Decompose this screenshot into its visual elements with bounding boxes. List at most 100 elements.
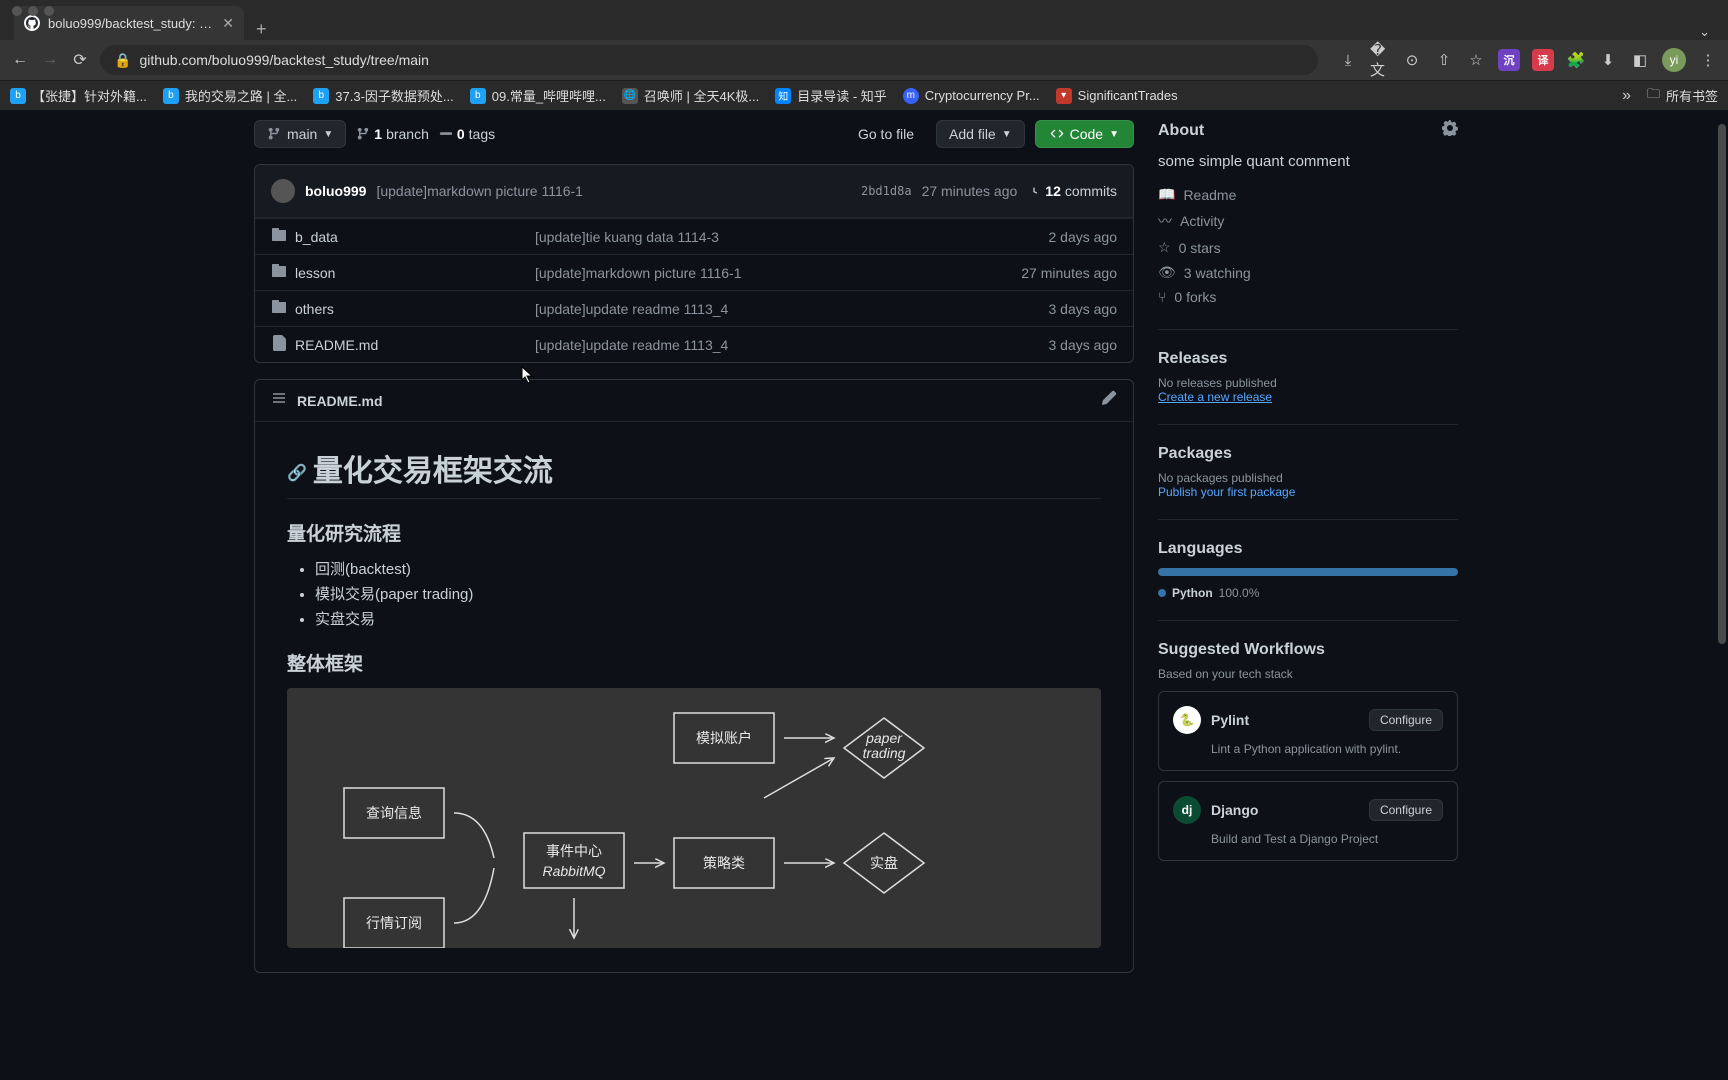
workflow-desc: Build and Test a Django Project [1211, 832, 1443, 846]
file-time: 3 days ago [1049, 337, 1118, 353]
workflow-card: dj Django Configure Build and Test a Dja… [1158, 781, 1458, 861]
sidepanel-icon[interactable]: ◧ [1630, 50, 1650, 70]
file-name[interactable]: lesson [295, 265, 535, 281]
publish-package-link[interactable]: Publish your first package [1158, 485, 1458, 499]
releases-empty: No releases published [1158, 376, 1458, 390]
book-icon: 📖 [1158, 186, 1175, 203]
file-row: lesson [update]markdown picture 1116-1 2… [255, 254, 1133, 290]
list-item: 模拟交易(paper trading) [315, 583, 1101, 604]
bookmark-item[interactable]: b我的交易之路 | 全... [163, 86, 297, 105]
bookmark-item[interactable]: ▾SignificantTrades [1056, 88, 1178, 104]
bookmark-item[interactable]: 🌐召唤师 | 全天4K极... [622, 86, 759, 105]
file-icon [271, 335, 295, 354]
readme-link[interactable]: 📖Readme [1158, 182, 1458, 207]
file-commit-msg[interactable]: [update]update readme 1113_4 [535, 337, 1049, 353]
configure-button[interactable]: Configure [1369, 799, 1443, 821]
install-icon[interactable]: ⤓ [1338, 50, 1358, 70]
list-item: 回测(backtest) [315, 558, 1101, 579]
file-time: 3 days ago [1049, 301, 1118, 317]
folder-icon [271, 263, 295, 282]
forks-link[interactable]: ⑂0 forks [1158, 285, 1458, 309]
eye-icon: 👁 [1158, 264, 1176, 281]
anchor-icon[interactable]: 🔗 [287, 465, 307, 482]
scrollbar-track[interactable] [1714, 110, 1728, 1080]
commit-author[interactable]: boluo999 [305, 183, 366, 199]
profile-avatar[interactable]: yi [1662, 48, 1686, 72]
bookmark-item[interactable]: b【张捷】针对外籍... [10, 86, 147, 105]
file-row: b_data [update]tie kuang data 1114-3 2 d… [255, 218, 1133, 254]
file-name[interactable]: b_data [295, 229, 535, 245]
language-bar [1158, 568, 1458, 576]
file-commit-msg[interactable]: [update]update readme 1113_4 [535, 301, 1049, 317]
pylint-icon: 🐍 [1173, 706, 1201, 734]
bookmark-item[interactable]: b37.3-因子数据预处... [313, 86, 453, 105]
stars-link[interactable]: ☆0 stars [1158, 235, 1458, 260]
commit-time: 27 minutes ago [922, 183, 1018, 199]
bookmark-item[interactable]: 知目录导读 - 知乎 [775, 86, 887, 105]
star-icon: ☆ [1158, 239, 1171, 256]
translate-icon[interactable]: �文 [1370, 50, 1390, 70]
commit-avatar[interactable] [271, 179, 295, 203]
branch-selector[interactable]: main ▼ [254, 120, 346, 148]
add-file-button[interactable]: Add file ▼ [936, 120, 1025, 148]
releases-heading[interactable]: Releases [1158, 350, 1458, 368]
svg-text:行情订阅: 行情订阅 [366, 915, 422, 931]
bookmark-item[interactable]: b09.常量_哔哩哔哩... [470, 86, 606, 105]
new-tab-button[interactable]: + [244, 19, 279, 40]
file-time: 2 days ago [1049, 229, 1118, 245]
tab-title: boluo999/backtest_study: so… [48, 16, 214, 31]
about-heading: About [1158, 122, 1204, 140]
file-row: README.md [update]update readme 1113_4 3… [255, 326, 1133, 362]
go-to-file-button[interactable]: Go to file [846, 121, 926, 147]
scrollbar-thumb[interactable] [1718, 124, 1726, 644]
close-tab-icon[interactable]: ✕ [222, 15, 234, 32]
commit-message[interactable]: [update]markdown picture 1116-1 [376, 183, 583, 199]
extension-icon-1[interactable]: 沉 [1498, 49, 1520, 71]
commits-link[interactable]: 12 commits [1027, 183, 1117, 199]
readme-h3: 整体框架 [287, 649, 1101, 676]
bookmark-item[interactable]: mCryptocurrency Pr... [903, 88, 1040, 104]
language-dot [1158, 589, 1166, 597]
file-name[interactable]: README.md [295, 337, 535, 353]
edit-readme-icon[interactable] [1101, 390, 1117, 411]
create-release-link[interactable]: Create a new release [1158, 390, 1458, 404]
address-bar[interactable]: 🔒 github.com/boluo999/backtest_study/tre… [100, 45, 1318, 75]
tags-link[interactable]: 0 tags [439, 126, 495, 142]
folder-icon: 🗀 [1647, 85, 1660, 107]
downloads-icon[interactable]: ⬇ [1598, 50, 1618, 70]
language-row[interactable]: Python 100.0% [1158, 586, 1458, 600]
file-list: boluo999 [update]markdown picture 1116-1… [254, 164, 1134, 363]
reload-button[interactable]: ⟳ [70, 50, 90, 70]
branches-link[interactable]: 1 branch [356, 126, 429, 142]
commit-sha[interactable]: 2bd1d8a [861, 184, 912, 198]
file-commit-msg[interactable]: [update]markdown picture 1116-1 [535, 265, 1021, 281]
gear-icon[interactable] [1442, 120, 1458, 141]
workflow-card: 🐍 Pylint Configure Lint a Python applica… [1158, 691, 1458, 771]
file-name[interactable]: others [295, 301, 535, 317]
watching-link[interactable]: 👁3 watching [1158, 260, 1458, 285]
menu-icon[interactable]: ⋮ [1698, 50, 1718, 70]
bookmarks-folder[interactable]: 🗀 所有书签 [1647, 85, 1718, 107]
readme-filename[interactable]: README.md [297, 393, 383, 409]
tab-overflow-icon[interactable]: ⌄ [1699, 24, 1710, 40]
activity-link[interactable]: 〰Activity [1158, 207, 1458, 235]
extensions-icon[interactable]: 🧩 [1566, 50, 1586, 70]
star-icon[interactable]: ☆ [1466, 50, 1486, 70]
code-button[interactable]: Code ▼ [1035, 120, 1134, 148]
svg-text:paper: paper [865, 730, 903, 746]
toc-icon[interactable] [271, 390, 287, 411]
bookmarks-bar: b【张捷】针对外籍... b我的交易之路 | 全... b37.3-因子数据预处… [0, 80, 1728, 110]
packages-heading[interactable]: Packages [1158, 445, 1458, 463]
file-commit-msg[interactable]: [update]tie kuang data 1114-3 [535, 229, 1049, 245]
packages-empty: No packages published [1158, 471, 1458, 485]
search-icon[interactable]: ⊙ [1402, 50, 1422, 70]
extension-icon-2[interactable]: 译 [1532, 49, 1554, 71]
back-button[interactable]: ← [10, 51, 30, 69]
configure-button[interactable]: Configure [1369, 709, 1443, 731]
lock-icon: 🔒 [114, 52, 131, 69]
svg-text:实盘: 实盘 [870, 855, 898, 871]
forward-button[interactable]: → [40, 51, 60, 69]
share-icon[interactable]: ⇧ [1434, 50, 1454, 70]
bookmark-overflow-icon[interactable]: » [1622, 87, 1631, 105]
readme-h1: 🔗量化交易框架交流 [287, 446, 1101, 499]
